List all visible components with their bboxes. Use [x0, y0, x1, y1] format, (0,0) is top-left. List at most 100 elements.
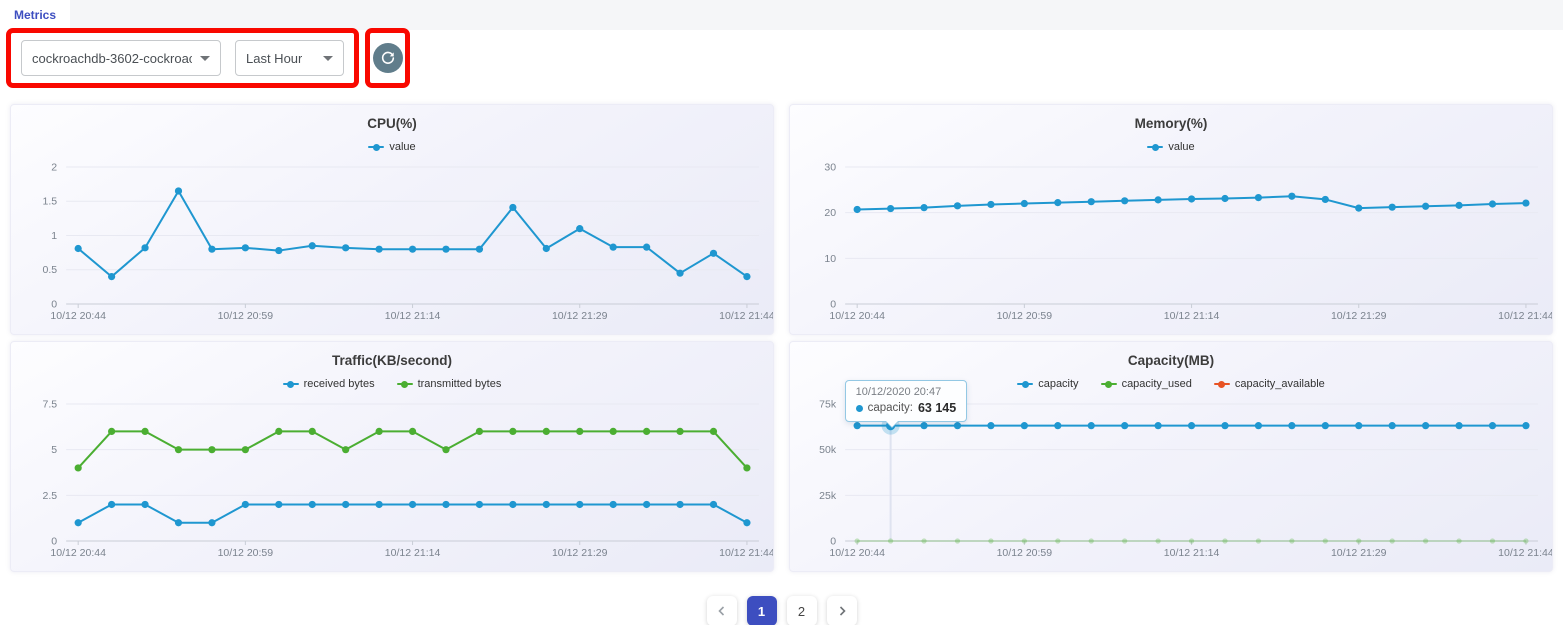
- data-point[interactable]: [1221, 195, 1228, 202]
- data-point[interactable]: [643, 428, 650, 435]
- data-point[interactable]: [988, 538, 993, 543]
- data-point[interactable]: [509, 428, 516, 435]
- data-point[interactable]: [1088, 198, 1095, 205]
- data-point[interactable]: [543, 245, 550, 252]
- data-point[interactable]: [476, 428, 483, 435]
- data-point[interactable]: [1288, 422, 1295, 429]
- instance-select[interactable]: cockroachdb-3602-cockroac...: [21, 40, 221, 76]
- data-point[interactable]: [921, 538, 926, 543]
- data-point[interactable]: [1456, 538, 1461, 543]
- data-point[interactable]: [1455, 202, 1462, 209]
- legend-item[interactable]: transmitted bytes: [397, 378, 502, 390]
- data-point[interactable]: [643, 501, 650, 508]
- data-point[interactable]: [1289, 538, 1294, 543]
- data-point[interactable]: [342, 446, 349, 453]
- data-point[interactable]: [141, 428, 148, 435]
- data-point[interactable]: [643, 244, 650, 251]
- data-point[interactable]: [309, 242, 316, 249]
- refresh-button[interactable]: [373, 43, 403, 73]
- data-point[interactable]: [342, 501, 349, 508]
- data-point[interactable]: [1121, 422, 1128, 429]
- data-point[interactable]: [676, 428, 683, 435]
- legend-item[interactable]: capacity: [1017, 378, 1078, 390]
- data-point[interactable]: [1156, 538, 1161, 543]
- data-point[interactable]: [1222, 538, 1227, 543]
- data-point[interactable]: [1188, 195, 1195, 202]
- data-point[interactable]: [610, 428, 617, 435]
- data-point[interactable]: [376, 501, 383, 508]
- data-point[interactable]: [242, 244, 249, 251]
- data-point[interactable]: [208, 246, 215, 253]
- data-point[interactable]: [1322, 422, 1329, 429]
- data-point[interactable]: [1256, 538, 1261, 543]
- legend-item[interactable]: capacity_used: [1101, 378, 1192, 390]
- data-point[interactable]: [409, 246, 416, 253]
- data-point[interactable]: [275, 428, 282, 435]
- data-point[interactable]: [342, 244, 349, 251]
- data-point[interactable]: [1155, 422, 1162, 429]
- data-point[interactable]: [855, 538, 860, 543]
- legend-item[interactable]: value: [368, 141, 415, 153]
- data-point[interactable]: [1255, 422, 1262, 429]
- previous-page-button[interactable]: [707, 596, 737, 625]
- data-point[interactable]: [1188, 422, 1195, 429]
- data-point[interactable]: [442, 501, 449, 508]
- data-point[interactable]: [854, 206, 861, 213]
- data-point[interactable]: [610, 501, 617, 508]
- data-point[interactable]: [676, 501, 683, 508]
- data-point[interactable]: [175, 187, 182, 194]
- data-point[interactable]: [1022, 538, 1027, 543]
- data-point[interactable]: [1054, 199, 1061, 206]
- data-point[interactable]: [1221, 422, 1228, 429]
- time-range-select[interactable]: Last Hour: [235, 40, 344, 76]
- data-point[interactable]: [743, 464, 750, 471]
- page-button-2[interactable]: 2: [787, 596, 817, 625]
- data-point[interactable]: [409, 501, 416, 508]
- data-point[interactable]: [208, 446, 215, 453]
- data-point[interactable]: [576, 501, 583, 508]
- data-point[interactable]: [1522, 422, 1529, 429]
- data-point[interactable]: [1523, 538, 1528, 543]
- data-point[interactable]: [954, 422, 961, 429]
- data-point[interactable]: [309, 428, 316, 435]
- data-point[interactable]: [75, 245, 82, 252]
- data-point[interactable]: [1522, 199, 1529, 206]
- data-point[interactable]: [1356, 538, 1361, 543]
- data-point[interactable]: [1355, 205, 1362, 212]
- data-point[interactable]: [75, 464, 82, 471]
- data-point[interactable]: [854, 422, 861, 429]
- data-point[interactable]: [275, 501, 282, 508]
- data-point[interactable]: [1255, 194, 1262, 201]
- data-point[interactable]: [1055, 538, 1060, 543]
- data-point[interactable]: [1355, 422, 1362, 429]
- data-point[interactable]: [509, 501, 516, 508]
- data-point[interactable]: [1288, 193, 1295, 200]
- page-button-1[interactable]: 1: [747, 596, 777, 625]
- data-point[interactable]: [543, 428, 550, 435]
- data-point[interactable]: [242, 501, 249, 508]
- data-point[interactable]: [509, 204, 516, 211]
- data-point[interactable]: [1089, 538, 1094, 543]
- data-point[interactable]: [275, 247, 282, 254]
- data-point[interactable]: [1390, 538, 1395, 543]
- data-point[interactable]: [1489, 200, 1496, 207]
- data-point[interactable]: [376, 246, 383, 253]
- data-point[interactable]: [242, 446, 249, 453]
- data-point[interactable]: [1322, 196, 1329, 203]
- data-point[interactable]: [676, 270, 683, 277]
- data-point[interactable]: [1489, 422, 1496, 429]
- data-point[interactable]: [141, 244, 148, 251]
- legend-item[interactable]: value: [1147, 141, 1194, 153]
- data-point[interactable]: [1422, 422, 1429, 429]
- data-point[interactable]: [1389, 204, 1396, 211]
- next-page-button[interactable]: [827, 596, 857, 625]
- data-point[interactable]: [888, 538, 893, 543]
- legend-item[interactable]: capacity_available: [1214, 378, 1325, 390]
- data-point[interactable]: [576, 225, 583, 232]
- data-point[interactable]: [108, 428, 115, 435]
- data-point[interactable]: [409, 428, 416, 435]
- data-point[interactable]: [108, 501, 115, 508]
- data-point[interactable]: [309, 501, 316, 508]
- data-point[interactable]: [543, 501, 550, 508]
- data-point[interactable]: [1189, 538, 1194, 543]
